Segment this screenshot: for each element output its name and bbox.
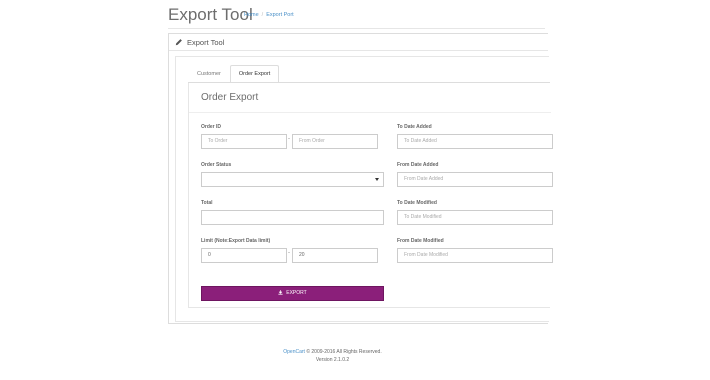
footer-version: Version 2.1.0.2 bbox=[315, 357, 350, 363]
footer-copyright: OpenCart © 2009-2016 All Rights Reserved… bbox=[0, 349, 665, 355]
order-id-separator: - bbox=[288, 136, 290, 142]
panel-title: Export Tool bbox=[187, 38, 225, 47]
section-divider bbox=[189, 112, 551, 113]
panel-body: Customer Order Export Order Export Order… bbox=[175, 56, 553, 322]
from-date-modified-input[interactable]: From Date Modified bbox=[397, 248, 553, 263]
limit-label: Limit (Note:Export Data limit) bbox=[201, 238, 271, 244]
limit-start-input[interactable]: 0 bbox=[201, 248, 287, 263]
export-panel: Export Tool Customer Order Export Order … bbox=[168, 33, 553, 324]
breadcrumb-separator: / bbox=[261, 12, 264, 18]
to-date-added-input[interactable]: To Date Added bbox=[397, 134, 553, 149]
title-divider bbox=[168, 28, 545, 29]
copyright-text: © 2009-2016 All Rights Reserved. bbox=[306, 349, 382, 355]
to-date-modified-input[interactable]: To Date Modified bbox=[397, 210, 553, 225]
order-export-form: Order Export Order ID To Order - From Or… bbox=[188, 83, 553, 308]
order-status-select[interactable] bbox=[201, 172, 384, 187]
breadcrumb: Home / Export Port bbox=[244, 12, 294, 18]
download-icon bbox=[278, 290, 283, 295]
from-date-added-label: From Date Added bbox=[397, 162, 439, 168]
caret-down-icon bbox=[375, 178, 379, 181]
from-date-added-input[interactable]: From Date Added bbox=[397, 172, 553, 187]
export-button-label: EXPORT bbox=[286, 290, 307, 296]
limit-end-input[interactable]: 20 bbox=[292, 248, 378, 263]
export-button[interactable]: EXPORT bbox=[201, 286, 384, 301]
pencil-icon bbox=[175, 39, 182, 46]
section-title: Order Export bbox=[201, 92, 259, 103]
panel-heading: Export Tool bbox=[169, 34, 548, 51]
tab-bar: Customer Order Export bbox=[188, 65, 280, 82]
to-date-added-label: To Date Added bbox=[397, 124, 432, 130]
total-label: Total bbox=[201, 200, 213, 206]
total-input[interactable] bbox=[201, 210, 384, 225]
breadcrumb-home-link[interactable]: Home bbox=[244, 12, 259, 18]
from-date-modified-label: From Date Modified bbox=[397, 238, 444, 244]
tab-order-export[interactable]: Order Export bbox=[229, 65, 280, 82]
to-order-input[interactable]: To Order bbox=[201, 134, 287, 149]
limit-separator: - bbox=[288, 250, 290, 256]
tab-customer[interactable]: Customer bbox=[188, 65, 230, 82]
breadcrumb-export-link[interactable]: Export Port bbox=[266, 12, 294, 18]
to-date-modified-label: To Date Modified bbox=[397, 200, 437, 206]
order-id-label: Order ID bbox=[201, 124, 222, 130]
opencart-link[interactable]: OpenCart bbox=[283, 349, 305, 355]
page-title: Export Tool bbox=[168, 5, 253, 24]
order-status-label: Order Status bbox=[201, 162, 232, 168]
from-order-input[interactable]: From Order bbox=[292, 134, 378, 149]
